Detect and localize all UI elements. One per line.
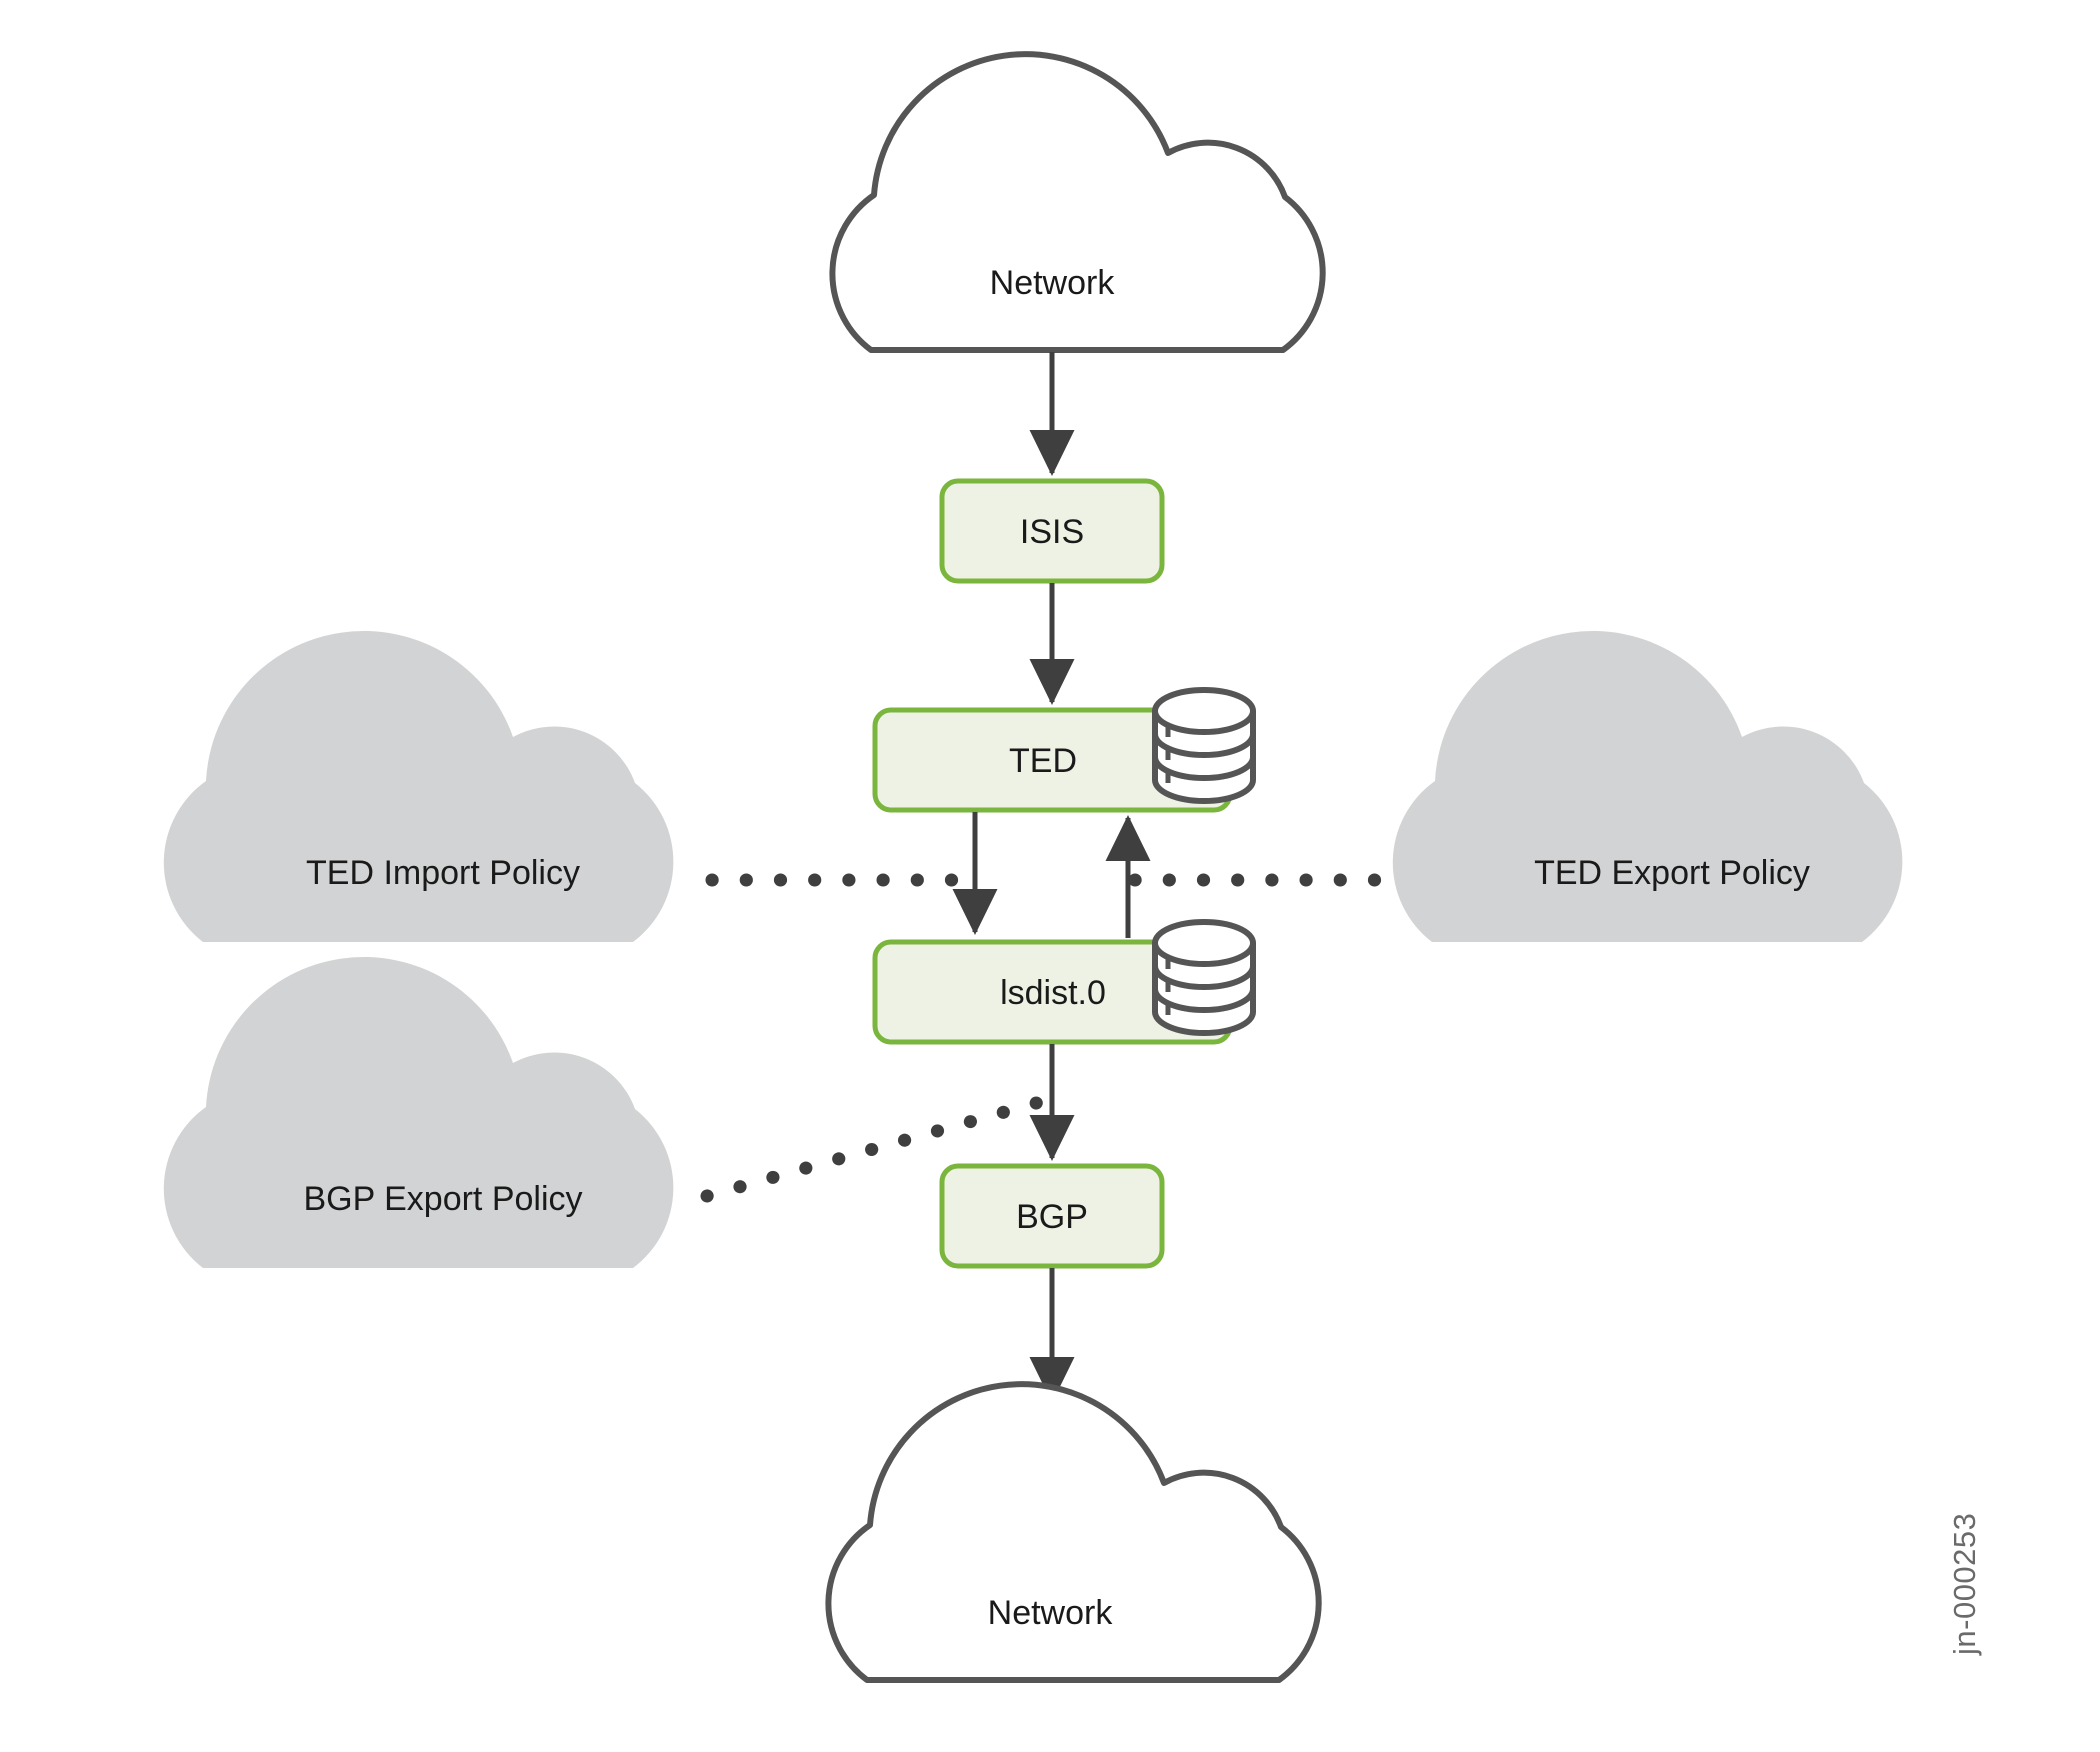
isis-label: ISIS <box>1020 513 1084 551</box>
cloud-shape <box>829 51 1326 353</box>
cloud-bgp-export-policy[interactable]: BGP Export Policy <box>163 956 674 1268</box>
bgp-label: BGP <box>1016 1198 1088 1236</box>
ted-import-policy-label: TED Import Policy <box>306 854 580 892</box>
node-isis[interactable]: ISIS <box>939 478 1165 584</box>
ted-export-policy-label: TED Export Policy <box>1534 854 1810 892</box>
ted-label: TED <box>1009 742 1077 780</box>
lsdist-label: lsdist.0 <box>1000 974 1106 1012</box>
diagram-svg: Network ISIS TED lsdist.0 BGP Network TE… <box>163 51 1982 1683</box>
database-icon <box>1152 687 1256 804</box>
cloud-network-top-label: Network <box>990 264 1116 302</box>
diagram-canvas: Network ISIS TED lsdist.0 BGP Network TE… <box>0 0 2100 1752</box>
cloud-shape <box>825 1381 1322 1683</box>
watermark-id: jn-000253 <box>1947 1513 1982 1656</box>
cloud-network-bottom-label: Network <box>988 1594 1114 1632</box>
node-bgp[interactable]: BGP <box>939 1163 1165 1269</box>
node-ted[interactable]: TED <box>872 687 1256 813</box>
database-icon <box>1152 919 1256 1036</box>
bgp-export-policy-label: BGP Export Policy <box>303 1180 582 1218</box>
cloud-ted-export-policy[interactable]: TED Export Policy <box>1392 630 1903 942</box>
cloud-shape <box>1392 630 1903 942</box>
cloud-network-bottom: Network <box>825 1381 1322 1683</box>
cloud-shape <box>163 956 674 1268</box>
cloud-shape <box>163 630 674 942</box>
node-lsdist[interactable]: lsdist.0 <box>872 919 1256 1045</box>
cloud-network-top: Network <box>829 51 1326 353</box>
cloud-ted-import-policy[interactable]: TED Import Policy <box>163 630 674 942</box>
